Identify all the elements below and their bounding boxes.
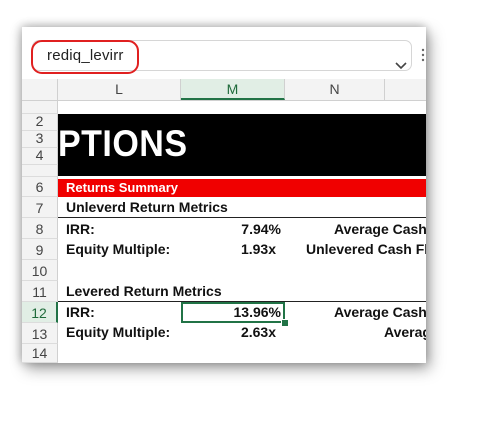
more-options-icon[interactable] [420,47,426,63]
title-band: PTIONS [58,114,426,176]
unlevered-multiple-value[interactable]: 1.93x [181,241,276,257]
column-header-l[interactable]: L [58,79,181,100]
section-header: Returns Summary [66,180,178,195]
column-headers: L M N [22,79,426,101]
unlevered-right-label-1[interactable]: Average Cash [334,221,426,237]
levered-irr-label[interactable]: IRR: [66,304,95,320]
row-header-11[interactable]: 11 [22,281,58,302]
levered-multiple-label[interactable]: Equity Multiple: [66,324,170,340]
levered-right-label-1[interactable]: Average Cash [334,304,426,320]
row-header-4[interactable]: 4 [22,147,58,165]
unlevered-irr-value[interactable]: 7.94% [181,221,281,237]
column-header-n[interactable]: N [285,79,385,100]
select-all-corner[interactable] [22,79,58,100]
levered-right-label-2[interactable]: Averag [384,324,426,340]
column-header-o[interactable] [385,79,426,100]
row-header-7[interactable]: 7 [22,197,58,218]
column-header-m[interactable]: M [181,79,285,100]
unlevered-multiple-label[interactable]: Equity Multiple: [66,241,170,257]
unlevered-right-label-2[interactable]: Unlevered Cash Fl [306,241,426,257]
levered-multiple-value[interactable]: 2.63x [181,324,276,340]
row-header-5[interactable] [22,165,58,177]
unlevered-heading-underline [58,217,426,218]
name-box-highlight [31,40,139,74]
section-header-band: Returns Summary [58,179,426,197]
row-header-6[interactable]: 6 [22,177,58,197]
excel-window: rediq_levirr L M N 2 3 4 6 7 8 9 10 11 1… [22,27,426,363]
chevron-down-icon[interactable] [393,57,409,73]
levered-irr-value[interactable]: 13.96% [181,304,281,320]
formula-bar-area: rediq_levirr [22,27,426,79]
row-header-12[interactable]: 12 [22,302,58,323]
row-header-3[interactable]: 3 [22,130,58,148]
row-header-8[interactable]: 8 [22,218,58,239]
row-header-2[interactable]: 2 [22,113,58,131]
levered-heading[interactable]: Levered Return Metrics [66,283,222,299]
fill-handle[interactable] [281,319,289,327]
sheet-title: PTIONS [58,123,188,164]
unlevered-irr-label[interactable]: IRR: [66,221,95,237]
row-header-9[interactable]: 9 [22,239,58,260]
row-header-13[interactable]: 13 [22,323,58,344]
row-header-10[interactable]: 10 [22,260,58,281]
row-header-14[interactable]: 14 [22,344,58,363]
unlevered-heading[interactable]: Unleverd Return Metrics [66,199,228,215]
